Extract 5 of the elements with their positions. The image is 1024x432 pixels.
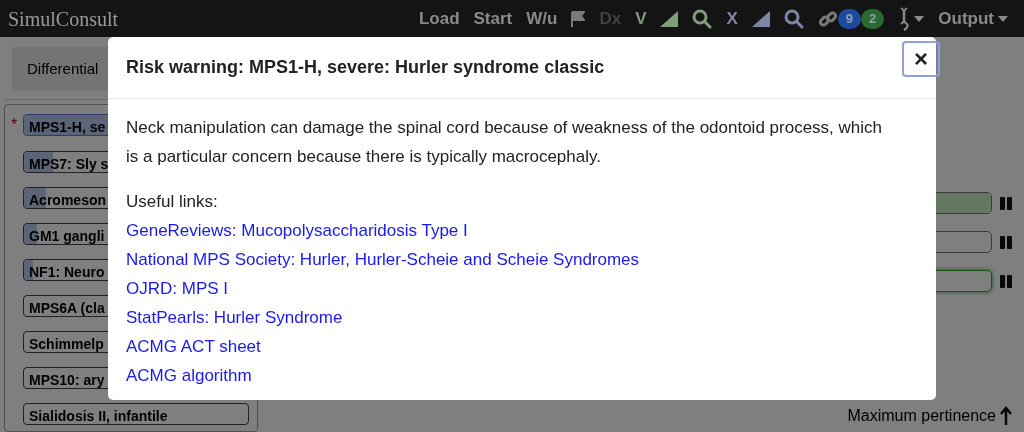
count-badge: 2 xyxy=(861,8,885,29)
star-marker: * xyxy=(10,115,18,135)
links-heading: Useful links: xyxy=(126,191,218,213)
sort-label: Maximum pertinence xyxy=(847,406,996,426)
count-badge: 9 xyxy=(837,8,862,29)
